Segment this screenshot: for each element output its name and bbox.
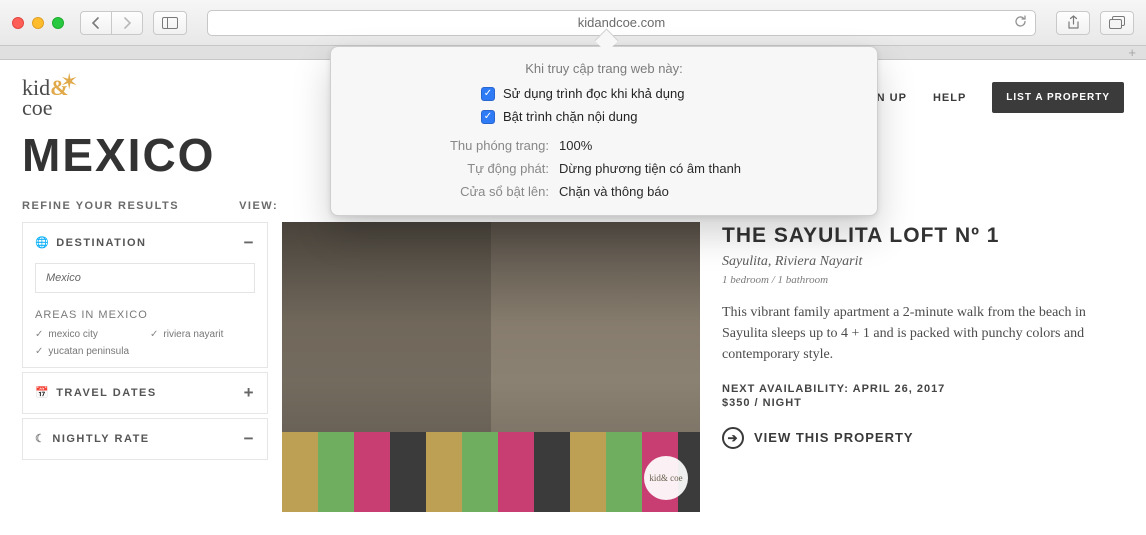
autoplay-label: Tự động phát: — [349, 161, 549, 176]
url-text: kidandcoe.com — [578, 15, 665, 30]
popover-settings-grid: Thu phóng trang: 100% Tự động phát: Dừng… — [331, 138, 877, 201]
list-property-button[interactable]: LIST A PROPERTY — [992, 82, 1124, 113]
areas-title: AREAS IN MEXICO — [35, 309, 255, 321]
popover-title: Khi truy cập trang web này: — [331, 61, 877, 76]
nav-buttons — [80, 11, 143, 35]
content-blocker-checkbox-row[interactable]: ✓ Bật trình chặn nội dung — [481, 109, 877, 124]
property-title: THE SAYULITA LOFT Nº 1 — [722, 224, 1118, 248]
arrow-right-icon: ➔ — [722, 427, 744, 449]
checkbox-checked-icon: ✓ — [481, 87, 495, 101]
filter-destination-header[interactable]: 🌐 DESTINATION − — [35, 233, 255, 253]
header-nav: SIGN UP HELP LIST A PROPERTY — [855, 82, 1124, 113]
area-item[interactable]: riviera nayarit — [150, 329, 255, 340]
property-details: THE SAYULITA LOFT Nº 1 Sayulita, Riviera… — [704, 222, 1124, 512]
sidebar-button[interactable] — [153, 11, 187, 35]
filter-rate-label: NIGHTLY RATE — [52, 433, 149, 445]
popup-label: Cửa sổ bật lên: — [349, 184, 549, 199]
globe-icon: 🌐 — [35, 237, 50, 249]
zoom-value[interactable]: 100% — [559, 138, 859, 153]
share-icon — [1067, 15, 1080, 30]
tabs-icon — [1109, 16, 1125, 29]
right-toolbar — [1056, 11, 1134, 35]
reader-checkbox-row[interactable]: ✓ Sử dụng trình đọc khi khả dụng — [481, 86, 877, 101]
property-rooms: 1 bedroom / 1 bathroom — [722, 274, 1118, 286]
checkbox-checked-icon: ✓ — [481, 110, 495, 124]
sidebar-icon — [162, 17, 178, 29]
calendar-icon: 📅 — [35, 387, 50, 399]
content-row: 🌐 DESTINATION − AREAS IN MEXICO mexico ci… — [22, 222, 1124, 512]
popup-value[interactable]: Chặn và thông báo — [559, 184, 859, 199]
filter-travel-label: TRAVEL DATES — [56, 387, 157, 399]
view-property-link[interactable]: ➔ VIEW THIS PROPERTY — [722, 427, 1118, 449]
photo-decor — [282, 432, 700, 512]
reload-button[interactable] — [1014, 15, 1027, 31]
browser-toolbar: kidandcoe.com — [0, 0, 1146, 46]
area-item[interactable]: mexico city — [35, 329, 140, 340]
property-location: Sayulita, Riviera Nayarit — [722, 254, 1118, 270]
property-photo[interactable]: kid& coe — [282, 222, 700, 512]
tabs-button[interactable] — [1100, 11, 1134, 35]
property-availability: NEXT AVAILABILITY: APRIL 26, 2017 — [722, 383, 1118, 395]
collapse-icon: − — [244, 233, 255, 253]
popover-checkboxes: ✓ Sử dụng trình đọc khi khả dụng ✓ Bật t… — [331, 86, 877, 124]
filters-sidebar: 🌐 DESTINATION − AREAS IN MEXICO mexico ci… — [22, 222, 268, 512]
property-card: kid& coe THE SAYULITA LOFT Nº 1 Sayulita… — [282, 222, 1124, 512]
property-description: This vibrant family apartment a 2-minute… — [722, 302, 1118, 365]
reader-checkbox-label: Sử dụng trình đọc khi khả dụng — [503, 86, 684, 101]
brand-badge: kid& coe — [644, 456, 688, 500]
back-button[interactable] — [80, 11, 112, 35]
view-property-label: VIEW THIS PROPERTY — [754, 430, 914, 445]
chevron-left-icon — [91, 17, 101, 29]
new-tab-button[interactable]: + — [1128, 45, 1136, 60]
filter-destination: 🌐 DESTINATION − AREAS IN MEXICO mexico ci… — [22, 222, 268, 368]
website-settings-popover: Khi truy cập trang web này: ✓ Sử dụng tr… — [330, 46, 878, 216]
chevron-right-icon — [122, 17, 132, 29]
destination-input[interactable] — [35, 263, 255, 293]
areas-list: mexico city riviera nayarit yucatan peni… — [35, 329, 255, 357]
window-controls — [12, 17, 64, 29]
reload-icon — [1014, 15, 1027, 28]
area-item[interactable]: yucatan peninsula — [35, 346, 140, 357]
site-logo[interactable]: kid&coe✶ — [22, 78, 68, 118]
forward-button[interactable] — [111, 11, 143, 35]
address-bar[interactable]: kidandcoe.com — [207, 10, 1036, 36]
zoom-window-button[interactable] — [52, 17, 64, 29]
nav-help[interactable]: HELP — [933, 92, 966, 104]
close-window-button[interactable] — [12, 17, 24, 29]
expand-icon: + — [244, 383, 255, 403]
share-button[interactable] — [1056, 11, 1090, 35]
filter-nightly-rate[interactable]: ☾ NIGHTLY RATE − — [22, 418, 268, 460]
filter-destination-label: DESTINATION — [56, 237, 146, 249]
refine-label: REFINE YOUR RESULTS — [22, 200, 179, 212]
content-blocker-checkbox-label: Bật trình chặn nội dung — [503, 109, 637, 124]
minimize-window-button[interactable] — [32, 17, 44, 29]
zoom-label: Thu phóng trang: — [349, 138, 549, 153]
property-price: $350 / NIGHT — [722, 397, 1118, 409]
moon-icon: ☾ — [35, 433, 46, 445]
view-label: VIEW: — [239, 200, 278, 212]
autoplay-value[interactable]: Dừng phương tiện có âm thanh — [559, 161, 859, 176]
filter-travel-dates[interactable]: 📅 TRAVEL DATES + — [22, 372, 268, 414]
collapse-icon: − — [244, 429, 255, 449]
